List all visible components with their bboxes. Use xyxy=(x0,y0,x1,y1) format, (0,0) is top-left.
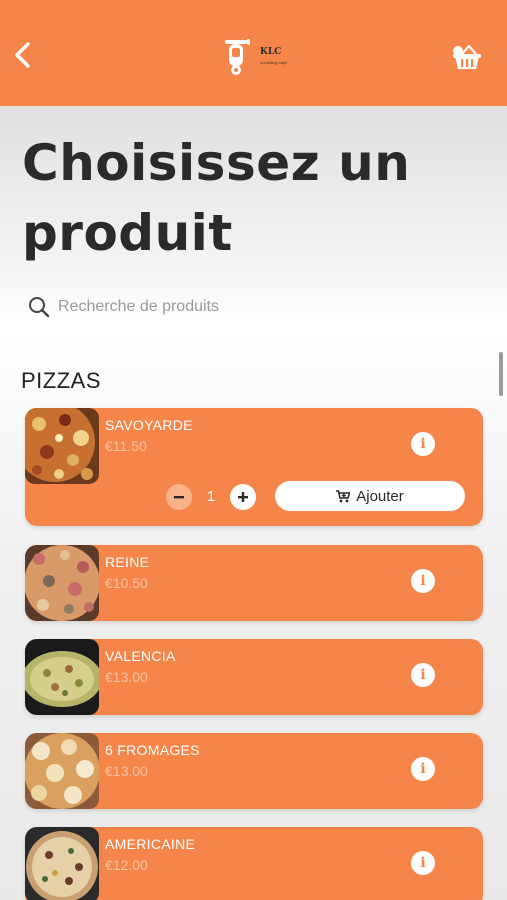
info-button[interactable]: i xyxy=(411,569,435,593)
product-price: €11.50 xyxy=(105,438,147,454)
logo-text: KLC xyxy=(260,47,282,57)
search-input[interactable] xyxy=(58,298,458,316)
product-image-6-fromages xyxy=(25,733,99,809)
product-name: REINE xyxy=(105,554,150,570)
product-price: €12.00 xyxy=(105,857,148,873)
top-app-bar: KLC scooting cafe xyxy=(0,0,507,106)
product-card-reine[interactable]: REINE €10.50 i xyxy=(25,545,483,621)
decrease-quantity-button[interactable] xyxy=(166,484,192,510)
product-name: AMERICAINE xyxy=(105,836,196,852)
product-name: VALENCIA xyxy=(105,648,176,664)
basket-icon xyxy=(453,44,481,69)
product-image-americaine xyxy=(25,827,99,900)
cart-add-icon xyxy=(336,489,351,502)
product-list-screen[interactable]: Choisissez un produit PIZZAS xyxy=(0,106,507,900)
info-icon: i xyxy=(420,436,426,452)
minus-icon xyxy=(174,496,184,499)
info-icon: i xyxy=(420,573,426,589)
product-image-valencia xyxy=(25,639,99,715)
cart-button[interactable] xyxy=(449,42,485,72)
search-bar[interactable] xyxy=(28,294,468,320)
add-button-label: Ajouter xyxy=(356,487,404,505)
product-price: €10.50 xyxy=(105,575,148,591)
quantity-value: 1 xyxy=(206,488,216,505)
scrollbar-thumb[interactable] xyxy=(499,352,503,396)
back-button[interactable] xyxy=(8,38,36,72)
info-icon: i xyxy=(420,855,426,871)
product-price: €13.00 xyxy=(105,669,148,685)
chevron-left-icon xyxy=(15,42,30,68)
app-logo: KLC scooting cafe xyxy=(222,34,290,78)
product-name: SAVOYARDE xyxy=(105,417,193,433)
info-button[interactable]: i xyxy=(411,851,435,875)
info-icon: i xyxy=(420,761,426,777)
search-icon xyxy=(29,297,50,318)
increase-quantity-button[interactable] xyxy=(230,484,256,510)
product-price: €13.00 xyxy=(105,763,148,779)
product-card-valencia[interactable]: VALENCIA €13.00 i xyxy=(25,639,483,715)
info-icon: i xyxy=(420,667,426,683)
plus-icon xyxy=(238,492,248,502)
scooter-logo-icon xyxy=(225,39,250,75)
logo-subtitle: scooting cafe xyxy=(260,60,287,65)
page-title: Choisissez un produit xyxy=(22,134,411,262)
product-card-savoyarde[interactable]: SAVOYARDE €11.50 i 1 Ajouter xyxy=(25,408,483,526)
product-image-reine xyxy=(25,545,99,621)
info-button[interactable]: i xyxy=(411,757,435,781)
product-name: 6 FROMAGES xyxy=(105,742,200,758)
product-image-savoyarde xyxy=(25,408,99,484)
section-title-pizzas: PIZZAS xyxy=(21,368,102,393)
info-button[interactable]: i xyxy=(411,663,435,687)
product-card-americaine[interactable]: AMERICAINE €12.00 i xyxy=(25,827,483,900)
info-button[interactable]: i xyxy=(411,432,435,456)
add-to-cart-button[interactable]: Ajouter xyxy=(275,481,465,511)
product-card-6-fromages[interactable]: 6 FROMAGES €13.00 i xyxy=(25,733,483,809)
